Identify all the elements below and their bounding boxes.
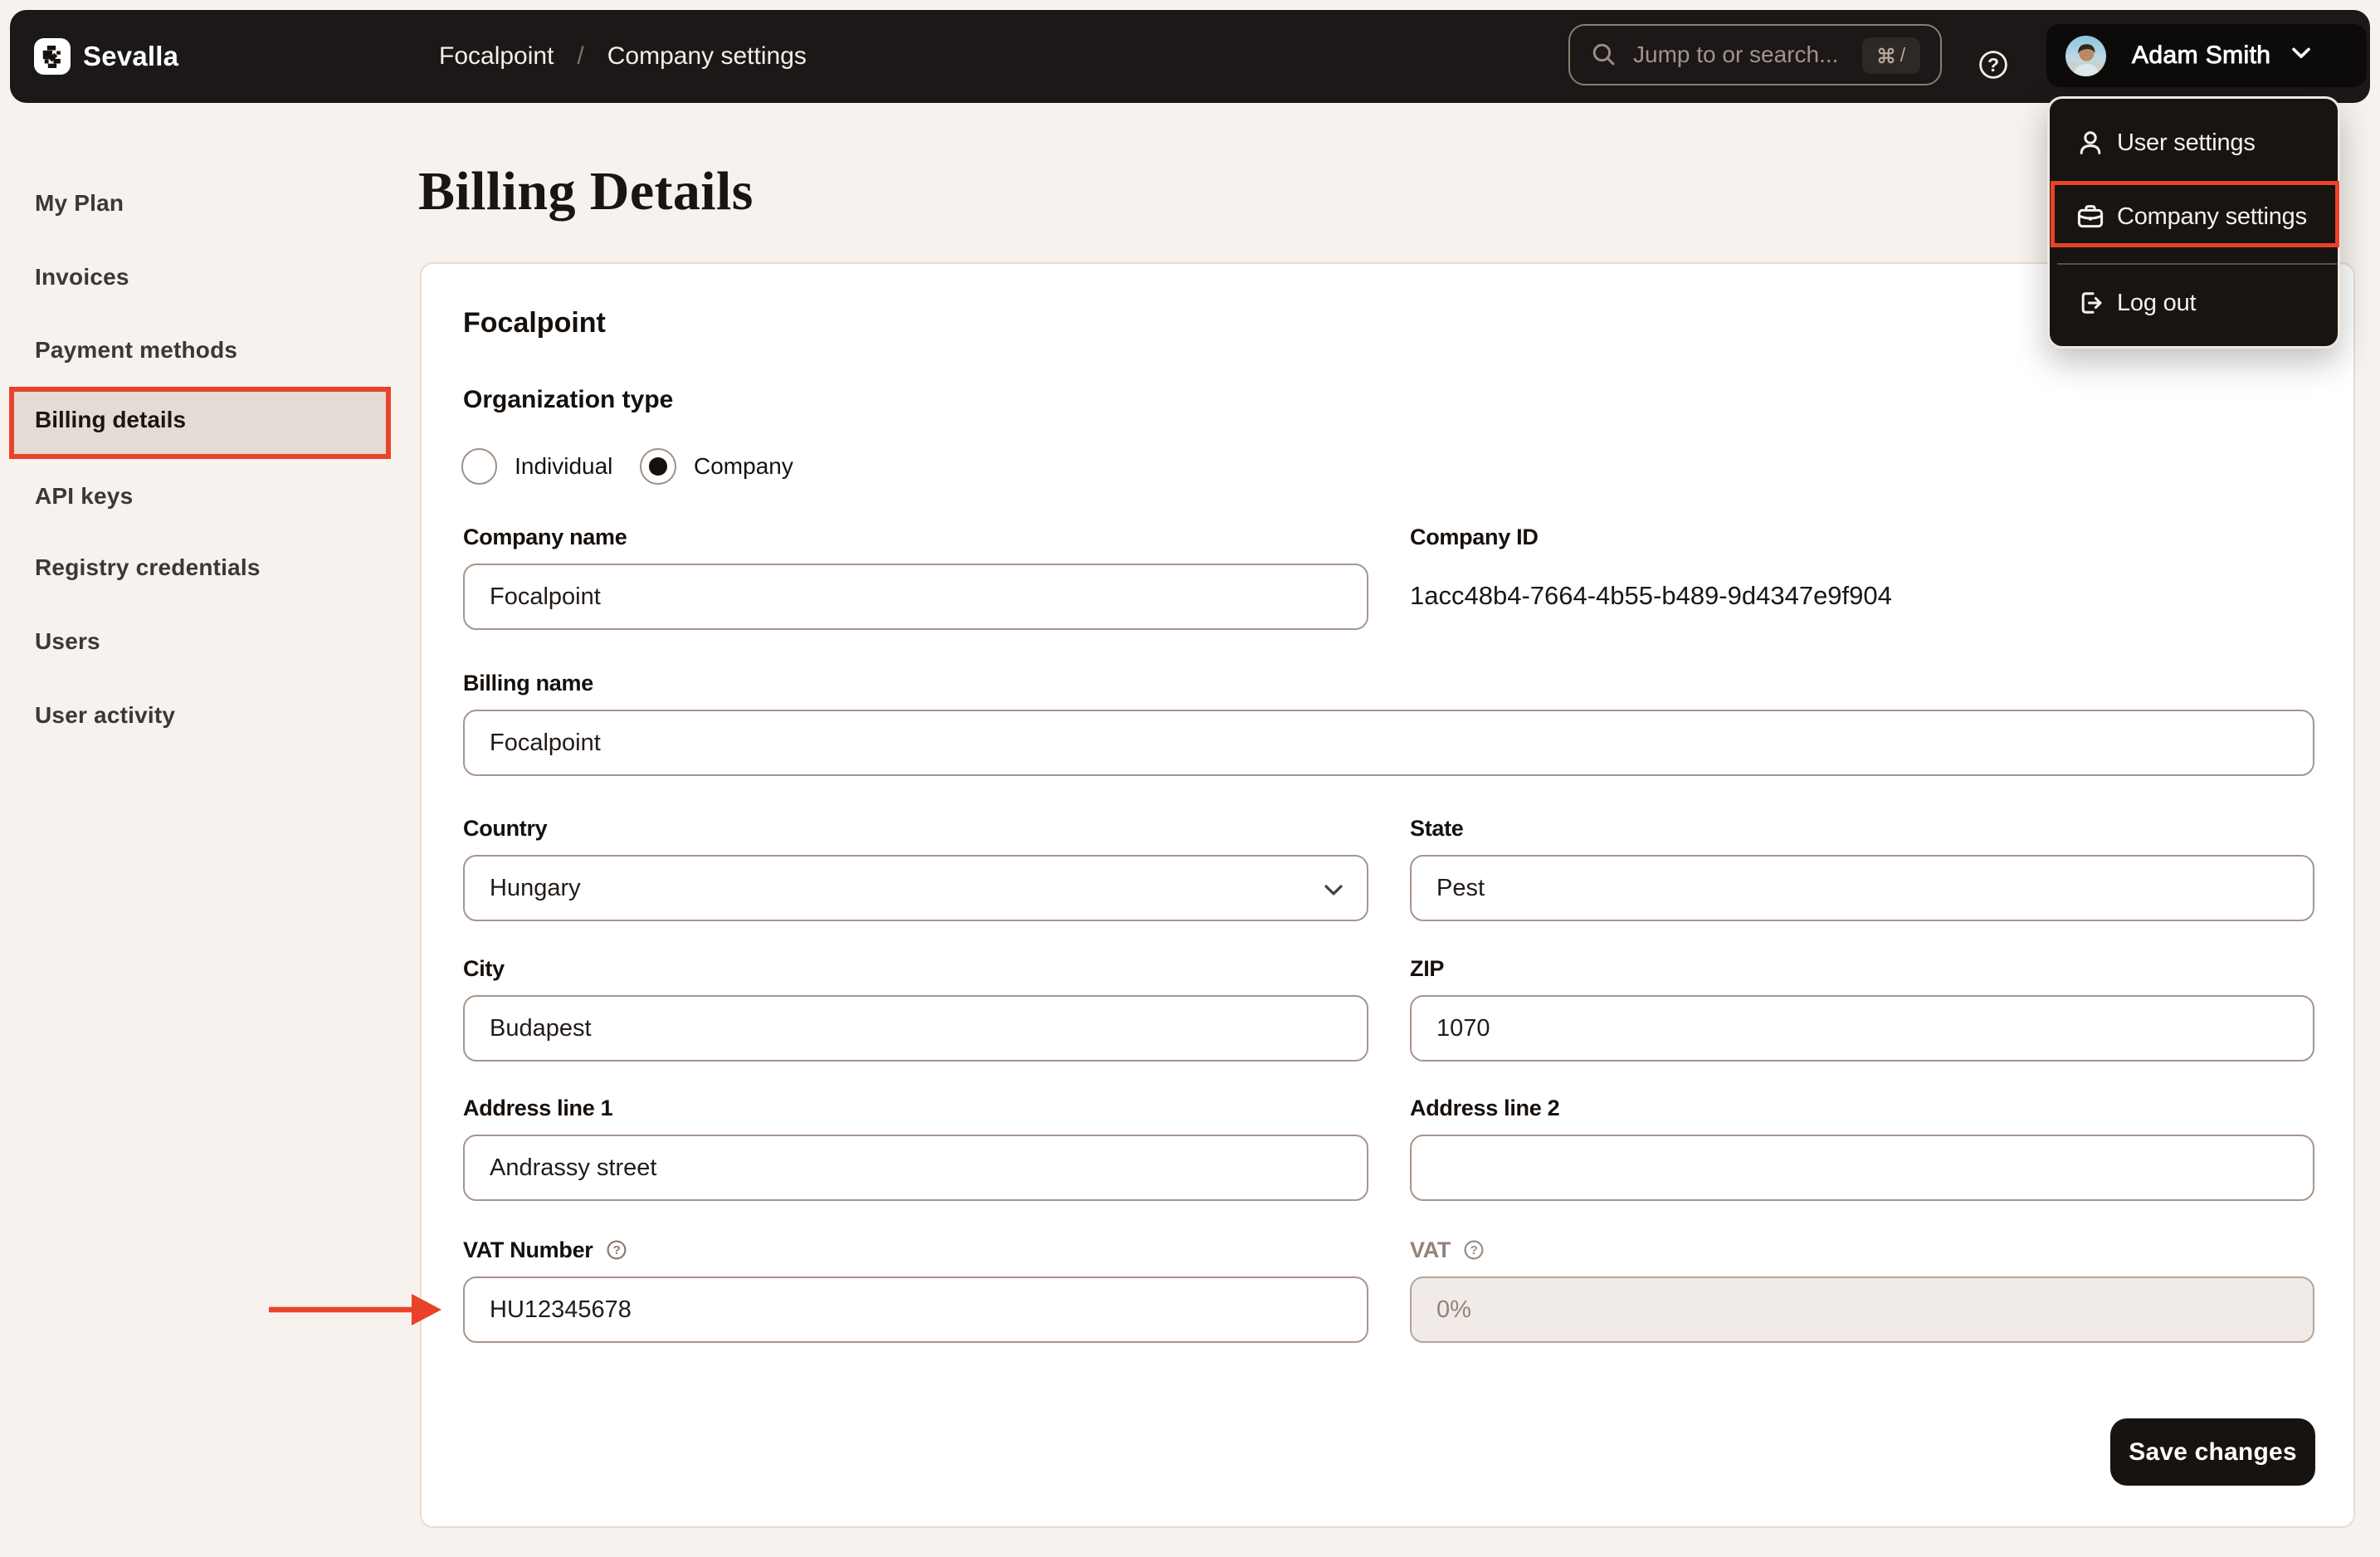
- svg-text:?: ?: [1470, 1243, 1478, 1257]
- svg-text:?: ?: [1987, 54, 1999, 76]
- svg-text:?: ?: [612, 1243, 620, 1257]
